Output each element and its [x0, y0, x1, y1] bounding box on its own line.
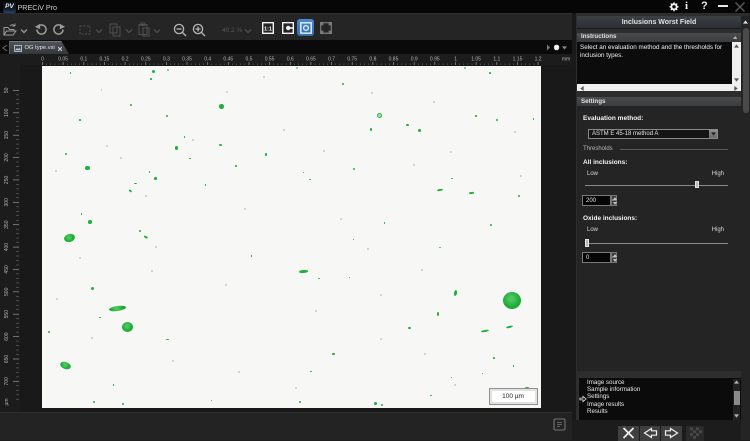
svg-text:1.15: 1.15 — [513, 57, 523, 63]
svg-text:0.5: 0.5 — [246, 57, 253, 63]
svg-text:0.1: 0.1 — [80, 57, 87, 63]
svg-text:µm: µm — [4, 398, 10, 405]
svg-text:0.25: 0.25 — [141, 57, 151, 63]
svg-text:300: 300 — [4, 198, 10, 207]
svg-text:1.2: 1.2 — [535, 57, 542, 63]
svg-text:550: 550 — [4, 310, 10, 319]
svg-text:0.45: 0.45 — [223, 57, 233, 63]
svg-text:0.65: 0.65 — [306, 57, 316, 63]
svg-text:200: 200 — [4, 153, 10, 162]
svg-text:mm: mm — [562, 57, 570, 63]
svg-text:0.2: 0.2 — [122, 57, 129, 63]
svg-text:0.4: 0.4 — [204, 57, 211, 63]
svg-text:0.55: 0.55 — [265, 57, 275, 63]
svg-text:0.15: 0.15 — [100, 57, 110, 63]
svg-text:0.95: 0.95 — [430, 57, 440, 63]
svg-text:0.35: 0.35 — [182, 57, 192, 63]
svg-text:50: 50 — [4, 87, 10, 93]
svg-text:150: 150 — [4, 131, 10, 140]
svg-text:0.3: 0.3 — [163, 57, 170, 63]
svg-text:600: 600 — [4, 332, 10, 341]
svg-text:700: 700 — [4, 377, 10, 386]
svg-text:0.7: 0.7 — [328, 57, 335, 63]
svg-text:1.05: 1.05 — [471, 57, 481, 63]
svg-text:0.05: 0.05 — [58, 57, 68, 63]
svg-text:0: 0 — [41, 57, 44, 63]
svg-text:0.8: 0.8 — [369, 57, 376, 63]
svg-text:100: 100 — [4, 108, 10, 117]
svg-text:400: 400 — [4, 243, 10, 252]
svg-text:650: 650 — [4, 355, 10, 364]
svg-text:1.1: 1.1 — [493, 57, 500, 63]
svg-text:250: 250 — [4, 176, 10, 185]
svg-text:40.2 %: 40.2 % — [222, 27, 242, 34]
svg-text:1: 1 — [454, 57, 457, 63]
svg-text:0.6: 0.6 — [287, 57, 294, 63]
svg-text:0.75: 0.75 — [347, 57, 357, 63]
svg-text:450: 450 — [4, 265, 10, 274]
svg-text:0.85: 0.85 — [389, 57, 399, 63]
svg-text:500: 500 — [4, 287, 10, 296]
svg-text:0.9: 0.9 — [411, 57, 418, 63]
svg-text:350: 350 — [4, 220, 10, 229]
svg-text:1:1: 1:1 — [264, 26, 272, 32]
